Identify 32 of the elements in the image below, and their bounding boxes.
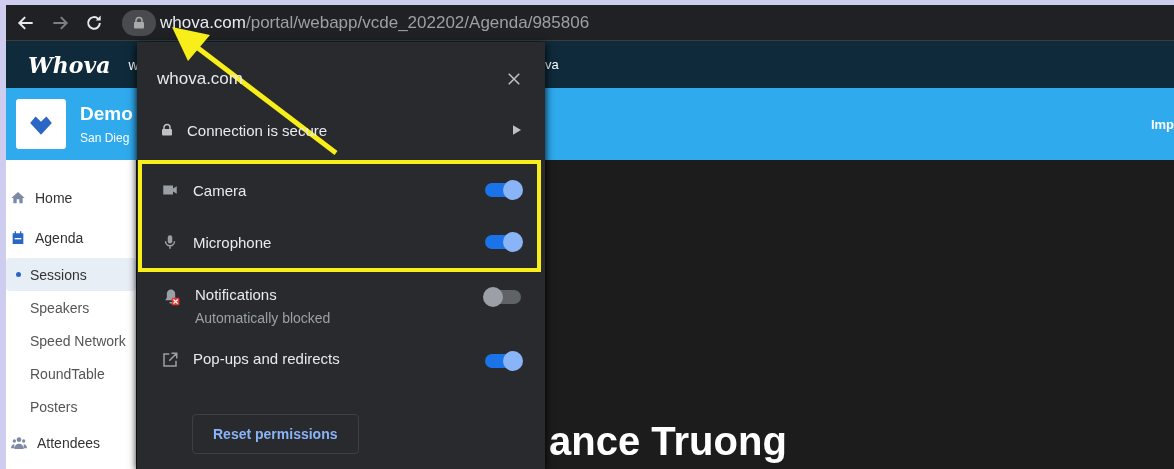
event-title: Demo bbox=[80, 103, 133, 125]
permission-label: Camera bbox=[193, 181, 248, 199]
toggle-switch[interactable] bbox=[485, 290, 521, 304]
header-text: va bbox=[545, 57, 559, 72]
people-icon bbox=[10, 435, 28, 451]
home-icon bbox=[10, 190, 26, 206]
reset-permissions-button[interactable]: Reset permissions bbox=[192, 414, 359, 454]
chevron-right-icon bbox=[513, 125, 521, 135]
calendar-icon bbox=[10, 230, 26, 246]
lock-icon bbox=[161, 123, 173, 137]
sidebar-item[interactable]: Attendees bbox=[6, 423, 136, 463]
speaker-name: ance Truong bbox=[549, 418, 787, 465]
sidebar-item[interactable]: Speed Network bbox=[6, 324, 136, 357]
permission-label: Microphone bbox=[193, 233, 273, 251]
permission-status: Automatically blocked bbox=[195, 310, 332, 326]
toggle-switch[interactable] bbox=[485, 235, 521, 249]
permission-label: Pop-ups and redirects bbox=[193, 350, 341, 367]
toggle-switch[interactable] bbox=[485, 354, 521, 368]
site-info-button[interactable] bbox=[122, 9, 156, 36]
toggle-switch[interactable] bbox=[485, 183, 521, 197]
event-location: San Dieg bbox=[80, 131, 131, 145]
sidebar-item[interactable]: Speakers bbox=[6, 291, 136, 324]
lock-icon bbox=[133, 15, 145, 30]
site-logo[interactable]: Whova bbox=[28, 51, 111, 78]
sidebar-item[interactable]: Posters bbox=[6, 390, 136, 423]
external-link-icon bbox=[161, 351, 179, 369]
close-icon bbox=[507, 72, 521, 86]
sidebar-item[interactable]: Agenda bbox=[6, 218, 136, 258]
sidebar-item[interactable]: RoundTable bbox=[6, 357, 136, 390]
sidebar-item[interactable]: Sessions bbox=[6, 258, 136, 291]
sidebar-item[interactable]: Home bbox=[6, 178, 136, 218]
permission-label: Notifications bbox=[195, 286, 278, 303]
